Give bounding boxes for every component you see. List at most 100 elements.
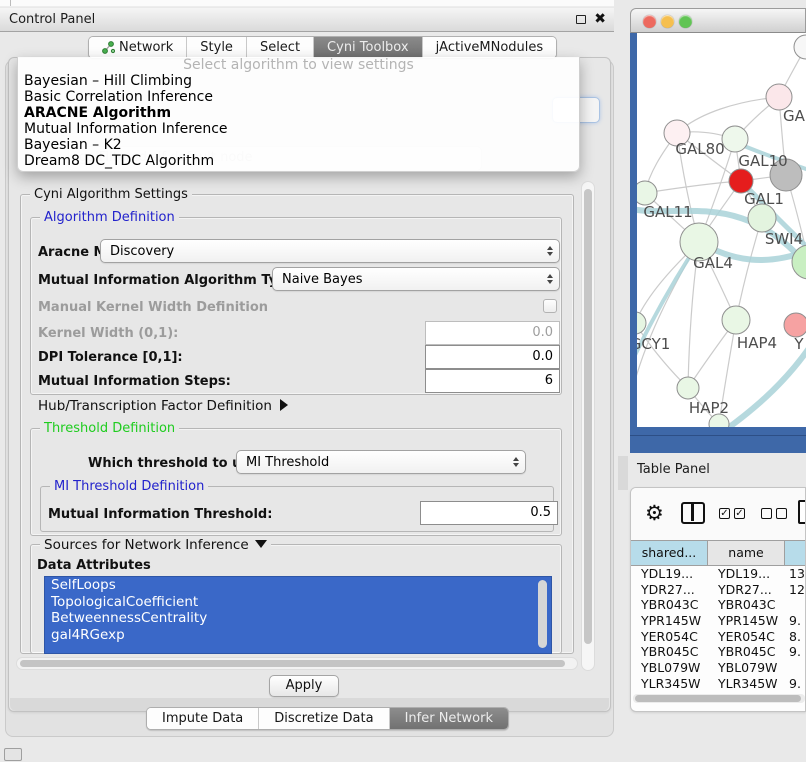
apply-button[interactable]: Apply: [269, 675, 339, 697]
table-panel-toolbar: ⚙ ✓ ✓: [631, 488, 806, 540]
spinner-arrows-icon: [541, 274, 559, 284]
algorithm-option-basic-correlation-inference[interactable]: Basic Correlation Inference: [18, 90, 579, 106]
corner-handle[interactable]: [4, 748, 22, 761]
bottom-tab-impute-data[interactable]: Impute Data: [147, 708, 259, 729]
manual-kernel-label: Manual Kernel Width Definition: [38, 300, 268, 315]
tab-network[interactable]: Network: [89, 37, 187, 58]
splitter-handle[interactable]: [618, 456, 628, 490]
gear-icon[interactable]: ⚙: [645, 500, 664, 526]
network-node[interactable]: [722, 126, 748, 152]
attribute-item-gal4rgexp[interactable]: gal4RGexp: [45, 627, 551, 644]
network-window-titlebar[interactable]: [630, 8, 806, 33]
table-row[interactable]: YBR043CYBR043C: [631, 597, 806, 613]
dpi-tolerance-label: DPI Tolerance [0,1]:: [38, 350, 183, 365]
column-header-shared-[interactable]: shared...: [631, 541, 708, 565]
aracne-mode-select[interactable]: Discovery: [100, 239, 560, 263]
attribute-item-selfloops[interactable]: SelfLoops: [45, 577, 551, 594]
bottom-tab-discretize-data[interactable]: Discretize Data: [259, 708, 389, 729]
table-row[interactable]: YER054CYER054C8.: [631, 629, 806, 645]
attributes-scrollbar[interactable]: [538, 580, 547, 648]
mi-algorithm-type-select[interactable]: Naive Bayes: [272, 267, 560, 291]
horizontal-scroll-thumb[interactable]: [20, 660, 565, 667]
table-cell: YBR043C: [708, 597, 785, 613]
table-row[interactable]: YBR045CYBR045C9.: [631, 644, 806, 660]
table-cell: YDR27...: [708, 582, 785, 598]
network-window: GALGAL80GAL10GAL1GAL11SWI4GAL4GCY1HAP4YH…: [630, 8, 806, 445]
kernel-width-input[interactable]: 0.0: [425, 321, 560, 345]
network-node[interactable]: [637, 312, 646, 334]
table-horizontal-scrollbar[interactable]: [633, 694, 805, 703]
sources-title[interactable]: Sources for Network Inference: [40, 537, 271, 553]
float-icon[interactable]: [576, 15, 586, 24]
minimize-traffic-light-icon[interactable]: [661, 15, 674, 28]
unchecked-columns-icon[interactable]: [776, 508, 787, 519]
mi-type-label: Mutual Information Algorithm Type:: [38, 273, 301, 288]
network-window-bottom-frame: [630, 435, 806, 453]
algorithm-option-dream8-dc-tdc-algorithm[interactable]: Dream8 DC_TDC Algorithm: [18, 154, 579, 170]
manual-kernel-checkbox[interactable]: [543, 299, 557, 313]
zoom-traffic-light-icon[interactable]: [679, 15, 692, 28]
network-node[interactable]: [794, 35, 806, 59]
settings-vertical-scrollbar[interactable]: [581, 181, 595, 671]
network-icon: [102, 41, 115, 54]
network-edge[interactable]: [736, 218, 762, 320]
mi-steps-input[interactable]: 6: [425, 369, 560, 393]
table-row[interactable]: YDR27...YDR27...12: [631, 582, 806, 598]
table-row[interactable]: YDL19...YDL19...13: [631, 566, 806, 582]
network-node[interactable]: [784, 313, 806, 337]
hub-transcription-factor-label: Hub/Transcription Factor Definition: [38, 398, 272, 414]
checked-columns-icon[interactable]: ✓: [719, 508, 730, 519]
collapsed-arrow-icon[interactable]: [280, 399, 288, 411]
tab-cyni-toolbox[interactable]: Cyni Toolbox: [314, 37, 423, 58]
cyni-algorithm-settings-title: Cyni Algorithm Settings: [30, 187, 192, 202]
algorithm-option-bayesian-hill-climbing[interactable]: Bayesian – Hill Climbing: [18, 74, 579, 90]
which-threshold-select[interactable]: MI Threshold: [236, 450, 526, 474]
network-canvas[interactable]: GALGAL80GAL10GAL1GAL11SWI4GAL4GCY1HAP4YH…: [637, 33, 806, 427]
table-cell: YER054C: [631, 629, 708, 645]
close-icon[interactable]: ✖: [594, 11, 606, 27]
expanded-arrow-icon[interactable]: [255, 540, 267, 548]
mi-algorithm-type-value: Naive Bayes: [273, 272, 541, 287]
table-rows: YDL19...YDL19...13YDR27...YDR27...12YBR0…: [631, 566, 806, 692]
network-node[interactable]: [637, 181, 657, 205]
algorithm-option-aracne-algorithm[interactable]: ARACNE Algorithm: [18, 106, 579, 122]
table-row[interactable]: YPR145WYPR145W9.: [631, 613, 806, 629]
tab-label: Discretize Data: [274, 711, 373, 726]
tab-select[interactable]: Select: [247, 37, 314, 58]
table-panel-title: Table Panel: [637, 462, 710, 477]
table-row[interactable]: YBL079WYBL079W: [631, 660, 806, 676]
network-node[interactable]: [748, 204, 776, 232]
table-panel: ⚙ ✓ ✓ shared...name YDL19...YDL19...13YD…: [630, 487, 806, 712]
network-edge[interactable]: [645, 181, 741, 193]
network-node[interactable]: [722, 306, 750, 334]
algorithm-option-bayesian-k2[interactable]: Bayesian – K2: [18, 138, 579, 154]
threshold-definition-title: Threshold Definition: [40, 421, 179, 436]
network-node[interactable]: [677, 377, 699, 399]
data-attributes-label: Data Attributes: [37, 558, 151, 573]
node-label-gal10: GAL10: [738, 152, 787, 170]
unchecked-columns-icon[interactable]: [761, 508, 772, 519]
mi-threshold-input[interactable]: 0.5: [420, 501, 558, 525]
mi-steps-label: Mutual Information Steps:: [38, 374, 231, 389]
tab-style[interactable]: Style: [187, 37, 247, 58]
bottom-tab-infer-network[interactable]: Infer Network: [390, 708, 508, 729]
data-attributes-list[interactable]: SelfLoopsTopologicalCoefficientBetweenne…: [44, 576, 552, 654]
table-row[interactable]: YLR345WYLR345W9.: [631, 676, 806, 692]
checked-columns-icon[interactable]: ✓: [734, 508, 745, 519]
dpi-tolerance-input[interactable]: 0.0: [425, 345, 560, 369]
column-header-name[interactable]: name: [708, 541, 785, 565]
algorithm-option-mutual-information-inference[interactable]: Mutual Information Inference: [18, 122, 579, 138]
column-header-extra[interactable]: [785, 541, 806, 565]
attribute-item-betweennesscentrality[interactable]: BetweennessCentrality: [45, 610, 551, 627]
hub-transcription-factor-section[interactable]: Hub/Transcription Factor Definition: [38, 398, 288, 414]
table-cell: 9.: [785, 676, 806, 692]
tab-jactivemnodules[interactable]: jActiveMNodules: [423, 37, 557, 58]
node-label-gal4: GAL4: [693, 254, 733, 272]
document-icon[interactable]: [798, 500, 806, 524]
settings-horizontal-scrollbar[interactable]: [16, 657, 578, 670]
attribute-item-topologicalcoefficient[interactable]: TopologicalCoefficient: [45, 594, 551, 611]
close-traffic-light-icon[interactable]: [643, 15, 656, 28]
columns-icon[interactable]: [681, 502, 705, 524]
table-row[interactable]: YIL052CYIL052C9: [631, 692, 806, 693]
vertical-scroll-thumb[interactable]: [584, 189, 592, 644]
